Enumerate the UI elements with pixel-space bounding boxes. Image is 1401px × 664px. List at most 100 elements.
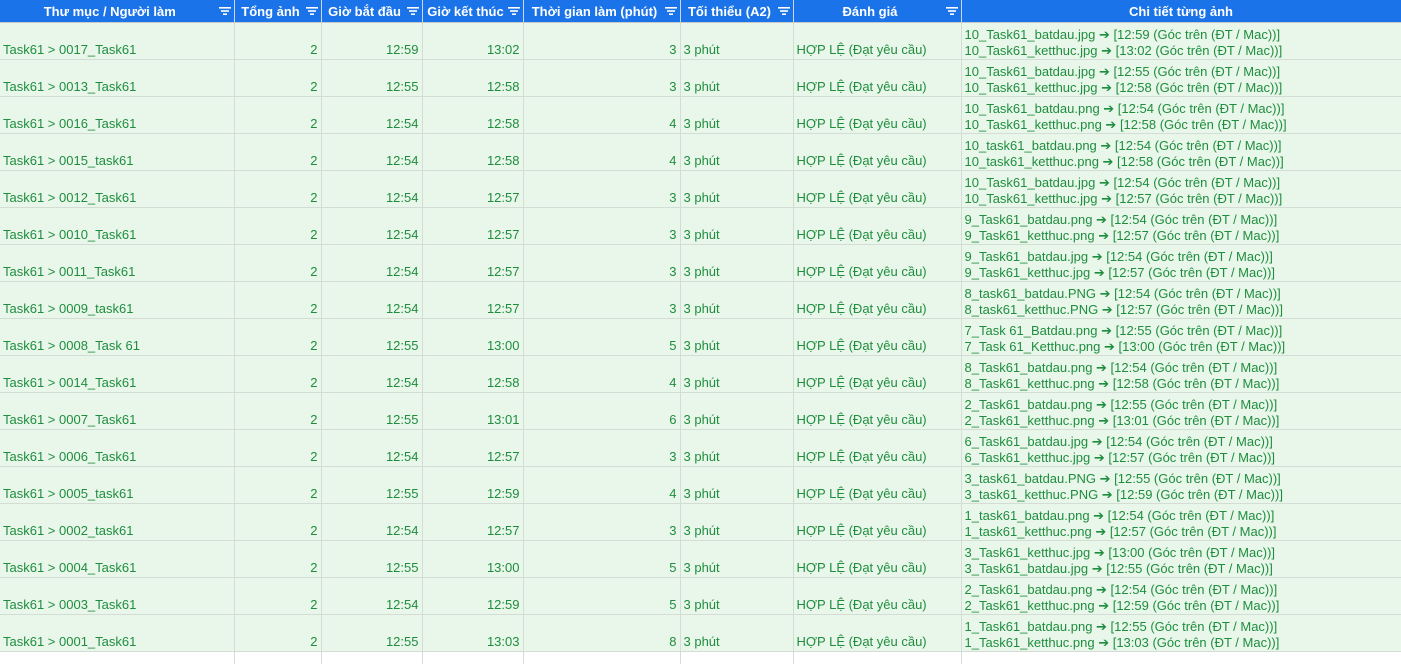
cell-folder[interactable]: Task61 > 0014_Task61	[0, 356, 234, 393]
cell-end-time[interactable]: 12:57	[422, 504, 523, 541]
cell-evaluation[interactable]: HỢP LỆ (Đạt yêu cầu)	[793, 23, 961, 60]
cell-details[interactable]: 1_Task61_batdau.png ➔ [12:55 (Góc trên (…	[961, 615, 1401, 652]
filter-icon[interactable]	[406, 4, 420, 18]
cell-start-time[interactable]: 12:55	[321, 319, 422, 356]
cell-details[interactable]: 9_Task61_batdau.jpg ➔ [12:54 (Góc trên (…	[961, 245, 1401, 282]
empty-cell[interactable]	[793, 652, 961, 664]
cell-start-time[interactable]: 12:54	[321, 578, 422, 615]
cell-duration[interactable]: 4	[523, 467, 680, 504]
col-header-details[interactable]: Chi tiết từng ảnh	[961, 0, 1401, 23]
cell-total-images[interactable]: 2	[234, 171, 321, 208]
cell-total-images[interactable]: 2	[234, 430, 321, 467]
cell-start-time[interactable]: 12:55	[321, 541, 422, 578]
cell-folder[interactable]: Task61 > 0015_task61	[0, 134, 234, 171]
cell-minimum[interactable]: 3 phút	[680, 97, 793, 134]
empty-cell[interactable]	[234, 652, 321, 664]
cell-folder[interactable]: Task61 > 0007_Task61	[0, 393, 234, 430]
filter-icon[interactable]	[218, 4, 232, 18]
cell-folder[interactable]: Task61 > 0016_Task61	[0, 97, 234, 134]
cell-end-time[interactable]: 12:58	[422, 134, 523, 171]
col-header-start-time[interactable]: Giờ bắt đầu	[321, 0, 422, 23]
cell-details[interactable]: 6_Task61_batdau.jpg ➔ [12:54 (Góc trên (…	[961, 430, 1401, 467]
cell-evaluation[interactable]: HỢP LỆ (Đạt yêu cầu)	[793, 282, 961, 319]
cell-total-images[interactable]: 2	[234, 208, 321, 245]
cell-minimum[interactable]: 3 phút	[680, 504, 793, 541]
filter-icon[interactable]	[777, 4, 791, 18]
cell-folder[interactable]: Task61 > 0002_task61	[0, 504, 234, 541]
cell-duration[interactable]: 4	[523, 134, 680, 171]
cell-total-images[interactable]: 2	[234, 578, 321, 615]
cell-end-time[interactable]: 12:59	[422, 467, 523, 504]
cell-start-time[interactable]: 12:54	[321, 208, 422, 245]
cell-minimum[interactable]: 3 phút	[680, 171, 793, 208]
empty-cell[interactable]	[321, 652, 422, 664]
cell-total-images[interactable]: 2	[234, 23, 321, 60]
cell-details[interactable]: 2_Task61_batdau.png ➔ [12:55 (Góc trên (…	[961, 393, 1401, 430]
cell-folder[interactable]: Task61 > 0008_Task 61	[0, 319, 234, 356]
cell-duration[interactable]: 6	[523, 393, 680, 430]
cell-details[interactable]: 1_task61_batdau.png ➔ [12:54 (Góc trên (…	[961, 504, 1401, 541]
cell-minimum[interactable]: 3 phút	[680, 23, 793, 60]
col-header-minimum[interactable]: Tối thiểu (A2)	[680, 0, 793, 23]
cell-evaluation[interactable]: HỢP LỆ (Đạt yêu cầu)	[793, 245, 961, 282]
cell-folder[interactable]: Task61 > 0010_Task61	[0, 208, 234, 245]
cell-total-images[interactable]: 2	[234, 134, 321, 171]
cell-total-images[interactable]: 2	[234, 60, 321, 97]
cell-minimum[interactable]: 3 phút	[680, 430, 793, 467]
cell-minimum[interactable]: 3 phút	[680, 60, 793, 97]
cell-evaluation[interactable]: HỢP LỆ (Đạt yêu cầu)	[793, 430, 961, 467]
cell-start-time[interactable]: 12:55	[321, 615, 422, 652]
cell-duration[interactable]: 3	[523, 60, 680, 97]
cell-details[interactable]: 8_task61_batdau.PNG ➔ [12:54 (Góc trên (…	[961, 282, 1401, 319]
cell-start-time[interactable]: 12:59	[321, 23, 422, 60]
cell-end-time[interactable]: 12:58	[422, 60, 523, 97]
cell-total-images[interactable]: 2	[234, 467, 321, 504]
cell-start-time[interactable]: 12:54	[321, 430, 422, 467]
cell-details[interactable]: 10_task61_batdau.png ➔ [12:54 (Góc trên …	[961, 134, 1401, 171]
cell-duration[interactable]: 3	[523, 208, 680, 245]
cell-details[interactable]: 2_Task61_batdau.png ➔ [12:54 (Góc trên (…	[961, 578, 1401, 615]
cell-end-time[interactable]: 12:57	[422, 245, 523, 282]
cell-total-images[interactable]: 2	[234, 541, 321, 578]
cell-total-images[interactable]: 2	[234, 319, 321, 356]
cell-minimum[interactable]: 3 phút	[680, 319, 793, 356]
cell-duration[interactable]: 4	[523, 97, 680, 134]
cell-end-time[interactable]: 13:00	[422, 541, 523, 578]
cell-total-images[interactable]: 2	[234, 97, 321, 134]
col-header-folder[interactable]: Thư mục / Người làm	[0, 0, 234, 23]
cell-start-time[interactable]: 12:55	[321, 60, 422, 97]
cell-folder[interactable]: Task61 > 0017_Task61	[0, 23, 234, 60]
cell-minimum[interactable]: 3 phút	[680, 208, 793, 245]
empty-cell[interactable]	[0, 652, 234, 664]
cell-evaluation[interactable]: HỢP LỆ (Đạt yêu cầu)	[793, 467, 961, 504]
cell-start-time[interactable]: 12:54	[321, 356, 422, 393]
cell-total-images[interactable]: 2	[234, 282, 321, 319]
cell-end-time[interactable]: 12:57	[422, 282, 523, 319]
cell-end-time[interactable]: 13:01	[422, 393, 523, 430]
cell-duration[interactable]: 5	[523, 578, 680, 615]
cell-end-time[interactable]: 12:58	[422, 97, 523, 134]
cell-details[interactable]: 3_Task61_ketthuc.jpg ➔ [13:00 (Góc trên …	[961, 541, 1401, 578]
cell-end-time[interactable]: 13:03	[422, 615, 523, 652]
cell-folder[interactable]: Task61 > 0001_Task61	[0, 615, 234, 652]
cell-minimum[interactable]: 3 phút	[680, 393, 793, 430]
cell-minimum[interactable]: 3 phút	[680, 578, 793, 615]
cell-evaluation[interactable]: HỢP LỆ (Đạt yêu cầu)	[793, 208, 961, 245]
cell-details[interactable]: 10_Task61_batdau.jpg ➔ [12:55 (Góc trên …	[961, 60, 1401, 97]
cell-duration[interactable]: 3	[523, 245, 680, 282]
cell-end-time[interactable]: 13:02	[422, 23, 523, 60]
cell-start-time[interactable]: 12:55	[321, 393, 422, 430]
cell-folder[interactable]: Task61 > 0013_Task61	[0, 60, 234, 97]
cell-evaluation[interactable]: HỢP LỆ (Đạt yêu cầu)	[793, 504, 961, 541]
filter-icon[interactable]	[664, 4, 678, 18]
cell-total-images[interactable]: 2	[234, 393, 321, 430]
cell-start-time[interactable]: 12:54	[321, 245, 422, 282]
cell-start-time[interactable]: 12:54	[321, 134, 422, 171]
cell-evaluation[interactable]: HỢP LỆ (Đạt yêu cầu)	[793, 578, 961, 615]
cell-minimum[interactable]: 3 phút	[680, 282, 793, 319]
empty-cell[interactable]	[422, 652, 523, 664]
cell-duration[interactable]: 3	[523, 430, 680, 467]
cell-end-time[interactable]: 12:57	[422, 171, 523, 208]
cell-details[interactable]: 10_Task61_batdau.jpg ➔ [12:54 (Góc trên …	[961, 171, 1401, 208]
empty-cell[interactable]	[523, 652, 680, 664]
